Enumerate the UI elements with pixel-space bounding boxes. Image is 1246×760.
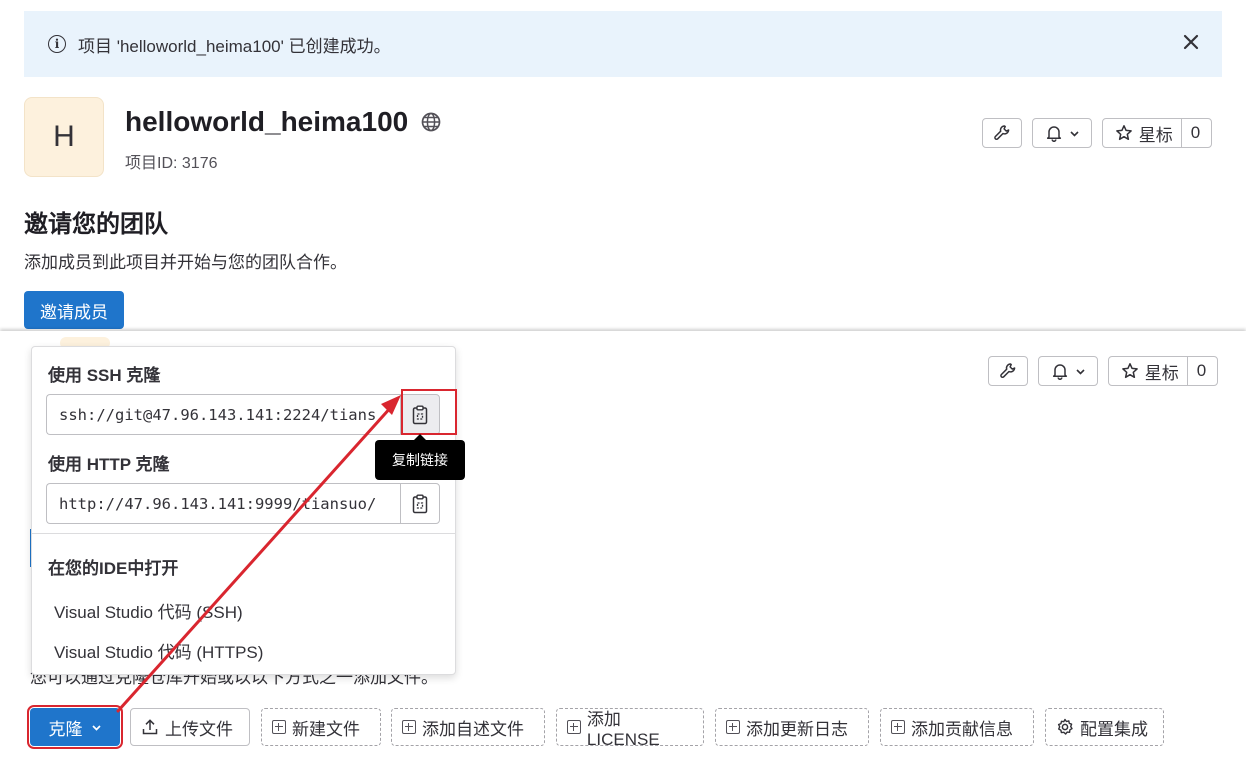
clone-dropdown: 使用 SSH 克隆 ssh://git@47.96.143.141:2224/t… (31, 346, 456, 675)
copy-link-tooltip: 复制链接 (375, 434, 465, 480)
upload-label: 上传文件 (165, 719, 233, 739)
add-readme-label: 添加自述文件 (422, 719, 524, 739)
star-label: 星标 (1144, 363, 1179, 383)
star-label: 星标 (1138, 125, 1173, 145)
dropdown-divider (32, 533, 455, 534)
ide-heading: 在您的IDE中打开 (48, 559, 179, 578)
chevron-down-icon (91, 724, 101, 731)
close-icon[interactable] (1180, 31, 1202, 53)
notification-button[interactable] (1032, 118, 1092, 148)
settings-button[interactable] (982, 118, 1022, 148)
chevron-down-icon (1069, 130, 1079, 137)
lower-screenshot-panel: 星标 0 您可以通过克隆仓库开始或以以下方式之一添加文件。 克隆 上传文件 新建… (0, 331, 1246, 760)
project-avatar: H (24, 97, 104, 177)
new-file-button[interactable]: 新建文件 (261, 708, 381, 746)
bell-icon (1046, 126, 1061, 142)
wrench-icon (1000, 363, 1016, 378)
configure-integrations-label: 配置集成 (1080, 719, 1148, 739)
ssh-url-input[interactable]: ssh://git@47.96.143.141:2224/tians (46, 394, 400, 435)
project-id: 项目ID: 3176 (125, 155, 218, 172)
bell-icon (1052, 364, 1067, 380)
plus-square-icon (726, 720, 740, 734)
star-count: 0 (1180, 119, 1209, 147)
star-icon (1115, 125, 1132, 141)
add-changelog-label: 添加更新日志 (746, 719, 848, 739)
upload-file-button[interactable]: 上传文件 (130, 708, 250, 746)
clipboard-icon (412, 494, 428, 513)
info-icon: i (48, 35, 66, 53)
notification-button-lower[interactable] (1038, 356, 1098, 386)
star-icon (1121, 363, 1138, 379)
success-alert: i 项目 'helloworld_heima100' 已创建成功。 (24, 11, 1222, 77)
clone-label: 克隆 (48, 719, 83, 739)
add-contributing-button[interactable]: 添加贡献信息 (880, 708, 1034, 746)
plus-square-icon (567, 720, 581, 734)
http-clone-heading: 使用 HTTP 克隆 (48, 455, 170, 474)
avatar-letter: H (53, 120, 75, 153)
annotation-highlight-box (401, 389, 457, 435)
add-readme-button[interactable]: 添加自述文件 (391, 708, 545, 746)
ssh-clone-heading: 使用 SSH 克隆 (48, 366, 161, 385)
new-file-label: 新建文件 (292, 719, 360, 739)
plus-square-icon (272, 720, 286, 734)
invite-members-button[interactable]: 邀请成员 (24, 291, 124, 329)
chevron-down-icon (1075, 368, 1085, 375)
add-contributing-label: 添加贡献信息 (911, 719, 1013, 739)
star-count: 0 (1186, 357, 1215, 385)
alert-message: 项目 'helloworld_heima100' 已创建成功。 (78, 36, 391, 56)
open-vscode-ssh[interactable]: Visual Studio 代码 (SSH) (54, 598, 243, 623)
configure-integrations-button[interactable]: 配置集成 (1045, 708, 1164, 746)
settings-button-lower[interactable] (988, 356, 1028, 386)
plus-square-icon (402, 720, 416, 734)
globe-icon (421, 112, 441, 132)
upload-icon (142, 719, 158, 735)
star-button-lower[interactable]: 星标 0 (1108, 356, 1218, 386)
project-name: helloworld_heima100 (125, 106, 409, 137)
http-url-input[interactable]: http://47.96.143.141:9999/tiansuo/ (46, 483, 400, 524)
clone-button[interactable]: 克隆 (27, 705, 123, 749)
add-license-button[interactable]: 添加LICENSE (556, 708, 704, 749)
plus-square-icon (891, 720, 905, 734)
ssh-url-group: ssh://git@47.96.143.141:2224/tians (46, 394, 440, 435)
gear-icon (1057, 718, 1073, 735)
invite-heading: 邀请您的团队 (24, 211, 168, 238)
add-changelog-button[interactable]: 添加更新日志 (715, 708, 869, 746)
copy-http-url-button[interactable] (400, 483, 440, 524)
invite-description: 添加成员到此项目并开始与您的团队合作。 (24, 253, 347, 272)
star-button[interactable]: 星标 0 (1102, 118, 1212, 148)
open-vscode-https[interactable]: Visual Studio 代码 (HTTPS) (54, 638, 263, 663)
wrench-icon (994, 125, 1010, 140)
project-title: helloworld_heima100 (125, 106, 442, 138)
http-url-group: http://47.96.143.141:9999/tiansuo/ (46, 483, 440, 524)
add-license-label: 添加LICENSE (586, 709, 660, 749)
